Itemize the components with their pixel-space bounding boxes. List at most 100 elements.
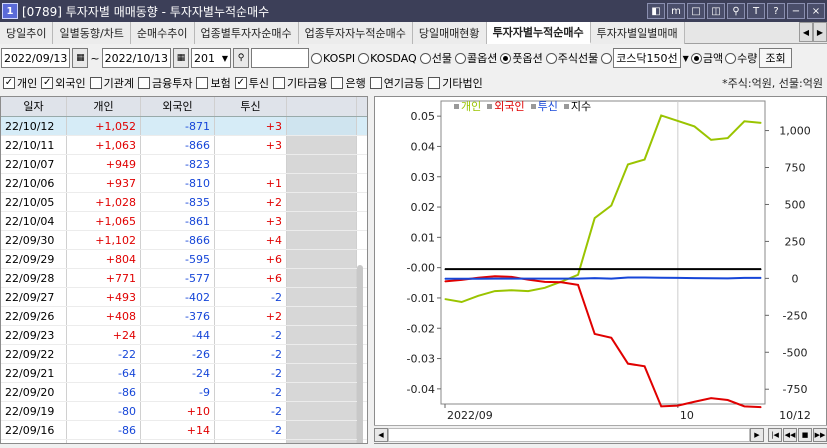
- amount-radio[interactable]: 금액: [690, 50, 723, 66]
- first-page-icon[interactable]: |◀: [768, 427, 782, 442]
- table-row[interactable]: 22/10/04 +1,065 -861 +3: [1, 212, 367, 231]
- header-investment-trust[interactable]: 투신: [215, 97, 287, 116]
- window-control-icon[interactable]: ◧: [647, 3, 665, 19]
- table-row[interactable]: 22/09/23 +24 -44 -2: [1, 326, 367, 345]
- window-control-icon[interactable]: ×: [807, 3, 825, 19]
- table-cell: +4: [215, 231, 287, 249]
- tab-prev-icon[interactable]: ◀: [799, 22, 813, 42]
- screen-number-badge: 1: [2, 3, 18, 19]
- data-point-외국인: [677, 405, 679, 407]
- market-radio[interactable]: 콜옵션: [454, 50, 497, 66]
- filter-label: 기관계: [103, 77, 134, 90]
- filter-label: 금융투자: [152, 77, 193, 90]
- table-row[interactable]: 22/09/21 -64 -24 -2: [1, 364, 367, 383]
- tab-6[interactable]: 투자자별누적순매수: [486, 22, 591, 44]
- scroll-left-icon[interactable]: ◀: [374, 427, 388, 442]
- filter-checkbox[interactable]: 기타법인: [428, 75, 483, 91]
- header-date[interactable]: 일자: [1, 97, 67, 116]
- filter-checkbox[interactable]: 기타금융: [272, 75, 327, 91]
- table-cell: +408: [67, 307, 141, 325]
- filter-checkbox[interactable]: 은행: [331, 75, 366, 91]
- title-bar: 1 [0789] 투자자별 매매동향 - 투자자별누적순매수 ◧ m □ ◫ ⚲ T? − ×: [0, 0, 827, 22]
- tab-2[interactable]: 순매수추이: [130, 22, 195, 44]
- table-row[interactable]: 22/09/15-118+4-3: [1, 440, 367, 443]
- query-button[interactable]: 조회: [759, 48, 792, 68]
- table-row[interactable]: 22/10/12 +1,052 -871 +3: [1, 117, 367, 136]
- left-tick-label: 0.03: [411, 171, 436, 184]
- prev-page-icon[interactable]: ◀◀: [783, 427, 797, 442]
- scroll-track[interactable]: [388, 427, 750, 442]
- code-name-field[interactable]: [251, 48, 310, 68]
- table-row[interactable]: 22/09/20 -86 -9 -2: [1, 383, 367, 402]
- grid-scrollbar-thumb[interactable]: [357, 265, 363, 443]
- window-control-icon[interactable]: □: [687, 3, 705, 19]
- market-radio[interactable]: KOSPI: [311, 52, 355, 65]
- market-radio[interactable]: 코스닥150선: [601, 48, 681, 68]
- filter-checkbox[interactable]: 기관계: [89, 75, 134, 91]
- table-row[interactable]: 22/09/19 -80 +10 -2: [1, 402, 367, 421]
- table-row[interactable]: 22/09/30 +1,102 -866 +4: [1, 231, 367, 250]
- tab-7[interactable]: 투자자별일별매매: [590, 22, 685, 44]
- search-icon[interactable]: ⚲: [233, 48, 250, 68]
- data-point-외국인: [610, 337, 612, 339]
- window-control-icon[interactable]: ?: [767, 3, 785, 19]
- next-page-icon[interactable]: ▶▶: [813, 427, 827, 442]
- header-individual[interactable]: 개인: [67, 97, 141, 116]
- tab-next-icon[interactable]: ▶: [813, 22, 827, 42]
- data-point-지수: [444, 268, 446, 270]
- tab-3[interactable]: 업종별투자자순매수: [194, 22, 299, 44]
- data-point-개인: [643, 158, 646, 161]
- data-point-지수: [544, 268, 546, 270]
- market-radio[interactable]: 주식선물: [545, 50, 598, 66]
- filter-checkbox[interactable]: 연기금등: [369, 75, 424, 91]
- window-control-icon[interactable]: m: [667, 3, 685, 19]
- table-row[interactable]: 22/10/11 +1,063 -866 +3: [1, 136, 367, 155]
- table-row[interactable]: 22/09/27 +493 -402 -2: [1, 288, 367, 307]
- tab-1[interactable]: 일별동향/차트: [53, 22, 131, 44]
- table-row[interactable]: 22/09/28 +771 -577 +6: [1, 269, 367, 288]
- calendar-icon[interactable]: ▦: [173, 48, 190, 68]
- data-point-개인: [577, 274, 579, 276]
- left-tick-label: 0.02: [411, 201, 436, 214]
- window-control-icon[interactable]: ⚲: [727, 3, 745, 19]
- filter-checkbox[interactable]: ✓ 개인: [3, 75, 37, 91]
- calendar-icon[interactable]: ▦: [72, 48, 89, 68]
- tab-5[interactable]: 당일매매현황: [412, 22, 487, 44]
- stop-icon[interactable]: ■: [798, 427, 812, 442]
- table-row[interactable]: 22/10/06 +937 -810 +1: [1, 174, 367, 193]
- tab-4[interactable]: 업종투자자누적순매수: [298, 22, 413, 44]
- code-select[interactable]: 201 ▼: [191, 48, 232, 68]
- chevron-down-icon[interactable]: ▼: [683, 54, 689, 63]
- window-control-icon[interactable]: ◫: [707, 3, 725, 19]
- data-point-외국인: [577, 284, 579, 286]
- date-from-field[interactable]: 2022/09/13: [1, 48, 71, 68]
- table-cell-blank: [287, 288, 357, 306]
- table-row[interactable]: 22/10/07 +949 -823: [1, 155, 367, 174]
- table-row[interactable]: 22/09/26 +408 -376 +2: [1, 307, 367, 326]
- market-radio[interactable]: 풋옵션: [500, 50, 543, 66]
- tab-0[interactable]: 당일추이: [0, 22, 54, 44]
- data-point-지수: [677, 268, 679, 270]
- market-radio[interactable]: KOSDAQ: [358, 52, 417, 65]
- table-row[interactable]: 22/09/29 +804 -595 +6: [1, 250, 367, 269]
- market-label: 풋옵션: [512, 52, 543, 65]
- table-cell: -2: [215, 288, 287, 306]
- window-control-icon[interactable]: T: [747, 3, 765, 19]
- table-row[interactable]: 22/10/05 +1,028 -835 +2: [1, 193, 367, 212]
- scroll-right-icon[interactable]: ▶: [750, 427, 764, 442]
- table-row[interactable]: 22/09/22 -22 -26 -2: [1, 345, 367, 364]
- table-row[interactable]: 22/09/16 -86 +14 -2: [1, 421, 367, 440]
- table-cell-blank: [287, 326, 357, 344]
- filter-checkbox[interactable]: 금융투자: [138, 75, 192, 91]
- header-foreign[interactable]: 외국인: [141, 97, 215, 116]
- data-point-개인: [760, 122, 762, 124]
- filter-checkbox[interactable]: ✓ 외국인: [41, 75, 86, 91]
- date-to-field[interactable]: 2022/10/13: [101, 48, 172, 68]
- x-tick-label: 2022/09: [447, 409, 493, 422]
- window-control-icon[interactable]: −: [787, 3, 805, 19]
- filter-checkbox[interactable]: 보험: [196, 75, 231, 91]
- filter-checkbox[interactable]: ✓ 투신: [234, 75, 269, 91]
- quantity-radio[interactable]: 수량: [725, 50, 757, 66]
- table-cell-blank: [287, 440, 357, 443]
- market-radio[interactable]: 선물: [419, 50, 452, 66]
